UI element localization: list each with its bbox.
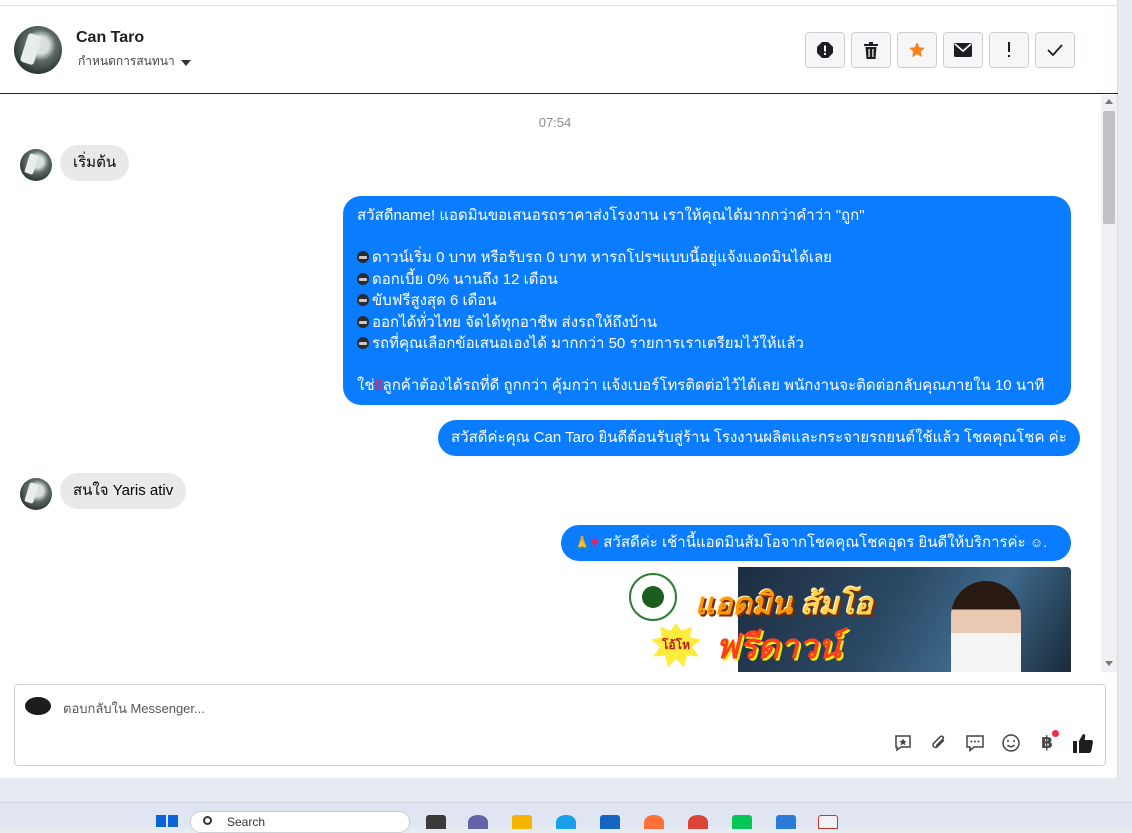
firefox-icon[interactable] [644, 815, 664, 829]
payment-button[interactable]: ฿ [1035, 730, 1059, 755]
incoming-message[interactable]: เริ่มต้น [60, 145, 130, 181]
message-line: ใช่ [357, 377, 375, 395]
delete-button[interactable] [851, 32, 891, 68]
line-icon[interactable] [732, 815, 752, 829]
message-text: สวัสดีค่ะ เช้านี้แอดมินส้มโอจากโชคคุณโชค… [603, 534, 1026, 551]
car-emoji-icon [357, 251, 369, 264]
message-line: ออกได้ทั่วไทย จัดได้ทุกอาชีพ ส่งรถให้ถึง… [372, 313, 657, 331]
heart-emoji-icon: ♥ [590, 534, 600, 551]
incoming-message[interactable]: สนใจ Yaris ativ [60, 473, 187, 509]
baht-icon: ฿ [1041, 733, 1053, 752]
document-app-icon[interactable] [818, 815, 838, 829]
message-thread[interactable]: 07:54 เริ่มต้น สวัสดีname! แอดมินขอเสนอร… [0, 95, 1100, 672]
edge-icon[interactable] [556, 815, 576, 829]
outgoing-message[interactable]: สวัสดีname! แอดมินขอเสนอรถราคาส่งโรงงาน … [343, 196, 1071, 405]
taskview-icon[interactable] [426, 815, 446, 829]
contact-avatar[interactable] [14, 26, 62, 74]
like-icon [1073, 734, 1093, 753]
star-icon [909, 42, 925, 58]
assign-label: กำหนดการสนทนา [78, 54, 175, 68]
promo-burst-badge: โอ้โห [651, 623, 701, 667]
header-actions [805, 32, 1075, 68]
exclamation-icon [1008, 42, 1010, 57]
car-emoji-icon [357, 272, 369, 285]
car-emoji-icon [357, 337, 369, 350]
reply-composer: ฿ [14, 684, 1106, 766]
thread-scrollbar[interactable] [1101, 95, 1117, 672]
envelope-icon [954, 43, 972, 57]
double-exclamation-icon: !! [374, 377, 383, 395]
page-avatar [25, 697, 51, 715]
caret-down-icon [180, 59, 191, 66]
mark-unread-button[interactable] [943, 32, 983, 68]
attach-file-button[interactable] [927, 731, 951, 755]
contact-avatar-small[interactable] [20, 478, 52, 510]
comment-icon [966, 735, 984, 753]
message-timestamp: 07:54 [538, 115, 572, 130]
windows-start-icon[interactable] [156, 815, 178, 827]
message-line: ลูกค้าต้องได้รถที่ดี ถูกกว่า คุ้มกว่า แจ… [382, 377, 1045, 395]
store-icon[interactable] [600, 815, 620, 829]
file-explorer-icon[interactable] [512, 815, 532, 829]
taskbar-search-label: Search [227, 815, 266, 829]
scrollbar-thumb[interactable] [1103, 111, 1115, 224]
contact-name[interactable]: Can Taro [76, 29, 144, 47]
promo-subheadline: ฟรีดาวน์ [715, 628, 841, 666]
follow-up-button[interactable] [989, 32, 1029, 68]
admin-photo [951, 581, 1021, 672]
taskbar-search[interactable]: Search [190, 811, 410, 833]
messenger-panel: Can Taro กำหนดการสนทนา 07:54 เริ่มต้น สว… [0, 0, 1118, 778]
message-line: รถที่คุณเลือกข้อเสนอเองได้ มากกว่า 50 รา… [372, 335, 804, 353]
outgoing-message[interactable]: สวัสดีค่ะคุณ Can Taro ยินดีต้อนรับสู่ร้า… [438, 420, 1080, 456]
notepad-icon[interactable] [776, 815, 796, 829]
mark-done-button[interactable] [1035, 32, 1075, 68]
search-icon [203, 816, 212, 825]
scroll-up-arrow-icon[interactable] [1105, 99, 1113, 104]
chrome-icon[interactable] [688, 815, 708, 829]
scroll-down-arrow-icon[interactable] [1105, 661, 1113, 666]
attachment-icon [932, 735, 945, 749]
message-line: สวัสดีname! แอดมินขอเสนอรถราคาส่งโรงงาน … [357, 207, 865, 224]
assign-conversation-dropdown[interactable]: กำหนดการสนทนา [78, 52, 191, 71]
spam-icon [817, 42, 833, 58]
check-icon [1047, 44, 1063, 56]
message-line: ขับฟรีสูงสุด 6 เดือน [372, 292, 497, 310]
pray-emoji-icon: 🙏 [574, 535, 591, 550]
saved-replies-button[interactable] [891, 731, 915, 755]
reply-input[interactable] [61, 695, 765, 721]
car-emoji-icon [357, 315, 369, 328]
emoji-icon [1002, 734, 1020, 752]
smiling-face-emoji-icon: ☺ [1029, 535, 1044, 550]
promo-image[interactable]: แอดมิน ส้มโอ โอ้โห ฟรีดาวน์ [621, 567, 1071, 672]
send-like-button[interactable] [1071, 731, 1095, 755]
contact-avatar-small[interactable] [20, 149, 52, 181]
car-emoji-icon [357, 294, 369, 307]
conversation-header: Can Taro กำหนดการสนทนา [0, 6, 1118, 94]
mark-spam-button[interactable] [805, 32, 845, 68]
outgoing-message[interactable]: 🙏♥ สวัสดีค่ะ เช้านี้แอดมินส้มโอจากโชคคุณ… [561, 525, 1071, 561]
composer-tools: ฿ [891, 730, 1095, 755]
emoji-button[interactable] [999, 731, 1023, 755]
teams-icon[interactable] [468, 815, 488, 829]
trash-icon [864, 41, 878, 59]
quick-reply-button[interactable] [963, 731, 987, 755]
os-taskbar: Search [0, 802, 1132, 833]
saved-reply-icon [895, 735, 911, 752]
notification-dot [1052, 730, 1059, 737]
message-line: ดาวน์เริ่ม 0 บาท หรือรับรถ 0 บาท หารถโปร… [372, 249, 832, 267]
dealer-logo [629, 573, 677, 621]
message-line: ดอกเบี้ย 0% นานถึง 12 เดือน [372, 270, 558, 288]
star-button[interactable] [897, 32, 937, 68]
